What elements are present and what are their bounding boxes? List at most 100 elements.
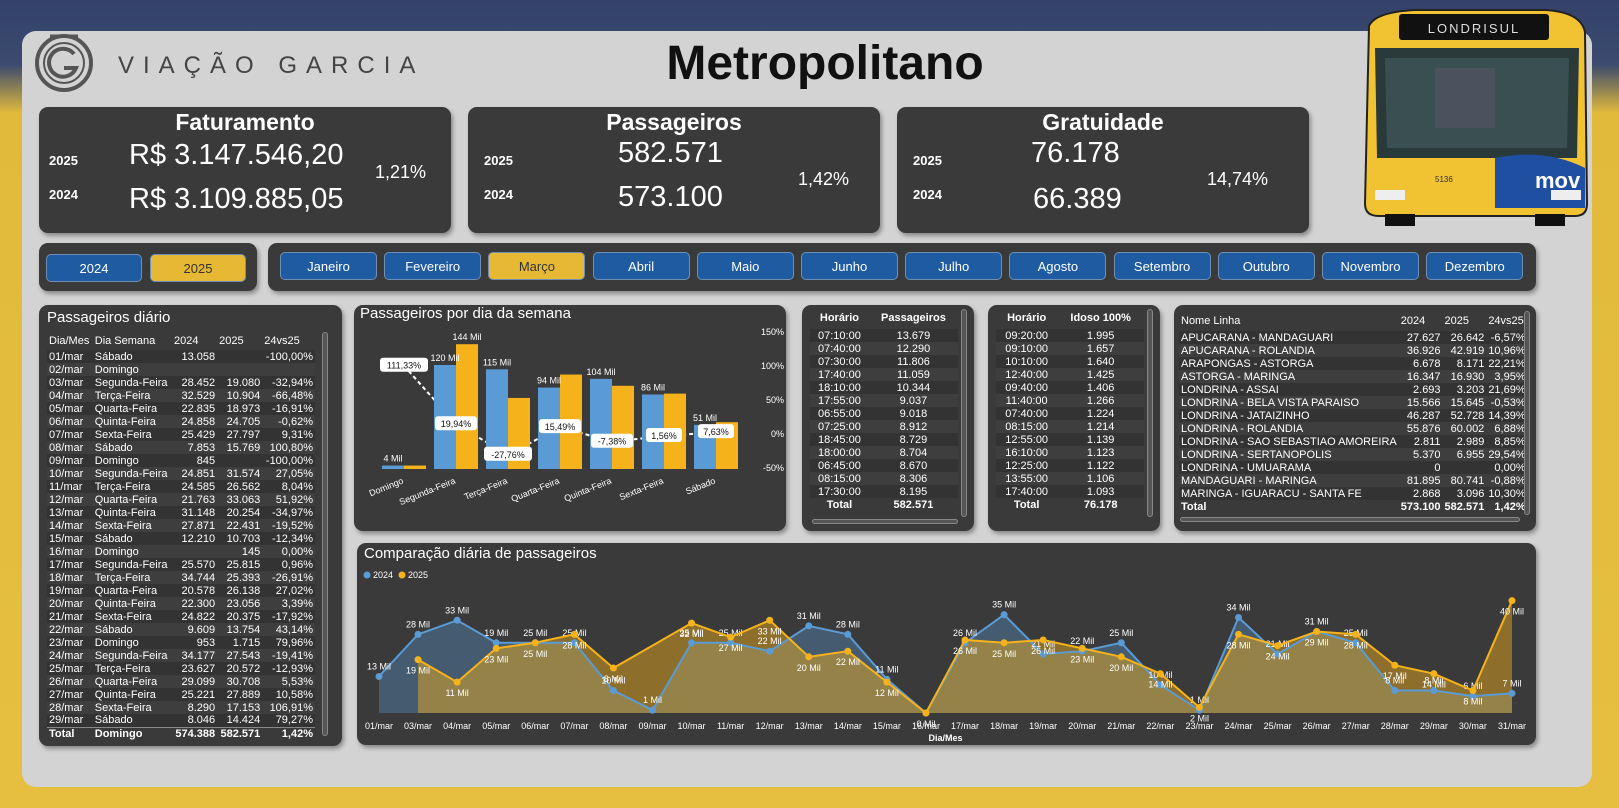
table-row[interactable]: 09:10:00 1.657 xyxy=(996,342,1144,355)
point-2024[interactable] xyxy=(609,687,617,695)
table-row[interactable]: 25/mar Terça-Feira 23.627 20.572 -12,93% xyxy=(47,662,315,675)
month-button-5[interactable]: Junho xyxy=(801,252,898,280)
col-horario[interactable]: Horário xyxy=(996,307,1057,329)
table-row[interactable]: LONDRINA - ASSAI 2.693 3.203 21,69% xyxy=(1179,383,1528,396)
table-row[interactable]: 06/mar Quinta-Feira 24.858 24.705 -0,62% xyxy=(47,415,315,428)
table-row[interactable]: LONDRINA - BELA VISTA PARAISO 15.566 15.64… xyxy=(1179,396,1528,409)
table-row[interactable]: 09:20:00 1.995 xyxy=(996,329,1144,342)
table-row[interactable]: 08:15:00 1.214 xyxy=(996,420,1144,433)
col-header[interactable]: Nome Linha xyxy=(1179,311,1399,331)
table-row[interactable]: MARINGA - IGUARACU - SANTA FE 2.868 3.096 1… xyxy=(1179,487,1528,500)
month-button-2[interactable]: Março xyxy=(488,252,586,280)
point-2024[interactable] xyxy=(648,706,656,714)
month-button-9[interactable]: Outubro xyxy=(1217,252,1315,280)
table-row[interactable]: 07/mar Sexta-Feira 25.429 27.797 9,31% xyxy=(47,428,315,441)
point-2025[interactable] xyxy=(1508,597,1516,605)
idoso-scrollbar[interactable] xyxy=(1147,309,1153,517)
table-row[interactable]: 01/mar Sábado 13.058 -100,00% xyxy=(47,350,315,363)
table-row[interactable]: 17:40:00 1.093 xyxy=(996,485,1144,498)
table-row[interactable]: LONDRINA - JATAIZINHO 46.287 52.728 14,39% xyxy=(1179,409,1528,422)
table-row[interactable]: ARAPONGAS - ASTORGA 6.678 8.171 22,21% xyxy=(1179,357,1528,370)
table-row[interactable]: 27/mar Quinta-Feira 25.221 27.889 10,58% xyxy=(47,688,315,701)
table-row[interactable]: LONDRINA - UMUARAMA 0 0,00% xyxy=(1179,461,1528,474)
table-row[interactable]: 17:40:00 11.059 xyxy=(810,368,958,381)
table-row[interactable]: 09/mar Domingo 845 -100,00% xyxy=(47,454,315,467)
point-2025[interactable] xyxy=(922,709,930,717)
point-2025[interactable] xyxy=(531,639,539,647)
daily-scrollbar[interactable] xyxy=(322,332,328,736)
col-header[interactable]: 2025 xyxy=(217,331,262,350)
table-row[interactable]: 16:10:00 1.123 xyxy=(996,446,1144,459)
point-2024[interactable] xyxy=(375,672,383,680)
month-button-8[interactable]: Setembro xyxy=(1113,252,1211,280)
month-button-10[interactable]: Novembro xyxy=(1322,252,1419,280)
month-button-1[interactable]: Fevereiro xyxy=(384,252,482,280)
table-row[interactable]: 15/mar Sábado 12.210 10.703 -12,34% xyxy=(47,532,315,545)
table-row[interactable]: 10/mar Segunda-Feira 24.851 31.574 27,05% xyxy=(47,467,315,480)
table-row[interactable]: 06:45:00 8.670 xyxy=(810,459,958,472)
point-2025[interactable] xyxy=(1156,670,1164,678)
point-2024[interactable] xyxy=(1235,613,1243,621)
col-header[interactable]: Dia/Mes xyxy=(47,331,93,350)
point-2024[interactable] xyxy=(1391,687,1399,695)
horario-scrollbar-v[interactable] xyxy=(961,309,967,517)
table-row[interactable]: 12/mar Quarta-Feira 21.763 33.063 51,92% xyxy=(47,493,315,506)
point-2025[interactable] xyxy=(1117,653,1125,661)
lines-scrollbar-h[interactable] xyxy=(1180,517,1520,522)
table-row[interactable]: 13/mar Quinta-Feira 31.148 20.254 -34,97% xyxy=(47,506,315,519)
table-row[interactable]: 12:25:00 1.122 xyxy=(996,459,1144,472)
table-row[interactable]: MANDAGUARI - MARINGA 81.895 80.741 -0,88% xyxy=(1179,474,1528,487)
point-2025[interactable] xyxy=(1352,630,1360,638)
point-2025[interactable] xyxy=(1000,639,1008,647)
table-row[interactable]: 18:45:00 8.729 xyxy=(810,433,958,446)
month-button-4[interactable]: Maio xyxy=(696,252,794,280)
point-2025[interactable] xyxy=(727,633,735,641)
month-button-11[interactable]: Dezembro xyxy=(1426,252,1524,280)
point-2024[interactable] xyxy=(1117,639,1125,647)
table-row[interactable]: 16/mar Domingo 145 0,00% xyxy=(47,545,315,558)
table-row[interactable]: 17:55:00 9.037 xyxy=(810,394,958,407)
table-row[interactable]: 07:30:00 11.806 xyxy=(810,355,958,368)
lines-scrollbar-v[interactable] xyxy=(1524,311,1530,515)
bar-2025[interactable] xyxy=(404,465,426,469)
table-row[interactable]: LONDRINA - SAO SEBASTIAO AMOREIRA 2.811 2.… xyxy=(1179,435,1528,448)
bar-2024[interactable] xyxy=(382,465,404,469)
point-2024[interactable] xyxy=(414,630,422,638)
month-button-6[interactable]: Julho xyxy=(905,252,1003,280)
point-2024[interactable] xyxy=(1000,611,1008,619)
year-button-2024[interactable]: 2024 xyxy=(46,254,142,282)
point-2025[interactable] xyxy=(1039,636,1047,644)
point-2025[interactable] xyxy=(1078,644,1086,652)
point-2024[interactable] xyxy=(1508,689,1516,697)
year-button-2025[interactable]: 2025 xyxy=(150,254,246,282)
table-row[interactable]: 18:00:00 8.704 xyxy=(810,446,958,459)
table-row[interactable]: LONDRINA - SERTANOPOLIS 5.370 6.955 29,54% xyxy=(1179,448,1528,461)
point-2025[interactable] xyxy=(609,664,617,672)
table-row[interactable]: 18/mar Terça-Feira 34.744 25.393 -26,91% xyxy=(47,571,315,584)
table-row[interactable]: ASTORGA - MARINGA 16.347 16.930 3,95% xyxy=(1179,370,1528,383)
table-row[interactable]: 17/mar Segunda-Feira 25.570 25.815 0,96% xyxy=(47,558,315,571)
point-2025[interactable] xyxy=(805,653,813,661)
table-row[interactable]: 26/mar Quarta-Feira 29.099 30.708 5,53% xyxy=(47,675,315,688)
table-row[interactable]: 11/mar Terça-Feira 24.585 26.562 8,04% xyxy=(47,480,315,493)
table-row[interactable]: 02/mar Domingo xyxy=(47,363,315,376)
point-2025[interactable] xyxy=(1391,661,1399,669)
point-2025[interactable] xyxy=(961,636,969,644)
col-horario[interactable]: Horário xyxy=(810,307,869,329)
table-row[interactable]: 09:40:00 1.406 xyxy=(996,381,1144,394)
table-row[interactable]: 04/mar Terça-Feira 32.529 10.904 -66,48% xyxy=(47,389,315,402)
point-2025[interactable] xyxy=(1430,670,1438,678)
col-header[interactable]: 2024 xyxy=(172,331,217,350)
col-header[interactable]: 24vs25 xyxy=(1486,311,1527,331)
table-row[interactable]: 24/mar Segunda-Feira 34.177 27.543 -19,41% xyxy=(47,649,315,662)
table-row[interactable]: 11:40:00 1.266 xyxy=(996,394,1144,407)
table-row[interactable]: 29/mar Sábado 8.046 14.424 79,27% xyxy=(47,714,315,727)
point-2025[interactable] xyxy=(453,678,461,686)
month-button-7[interactable]: Agosto xyxy=(1009,252,1107,280)
point-2025[interactable] xyxy=(766,616,774,624)
table-row[interactable]: LONDRINA - ROLANDIA 55.876 60.002 6,88% xyxy=(1179,422,1528,435)
month-button-0[interactable]: Janeiro xyxy=(280,252,377,280)
table-row[interactable]: 17:30:00 8.195 xyxy=(810,485,958,498)
point-2024[interactable] xyxy=(766,647,774,655)
table-row[interactable]: 21/mar Sexta-Feira 24.822 20.375 -17,92% xyxy=(47,610,315,623)
